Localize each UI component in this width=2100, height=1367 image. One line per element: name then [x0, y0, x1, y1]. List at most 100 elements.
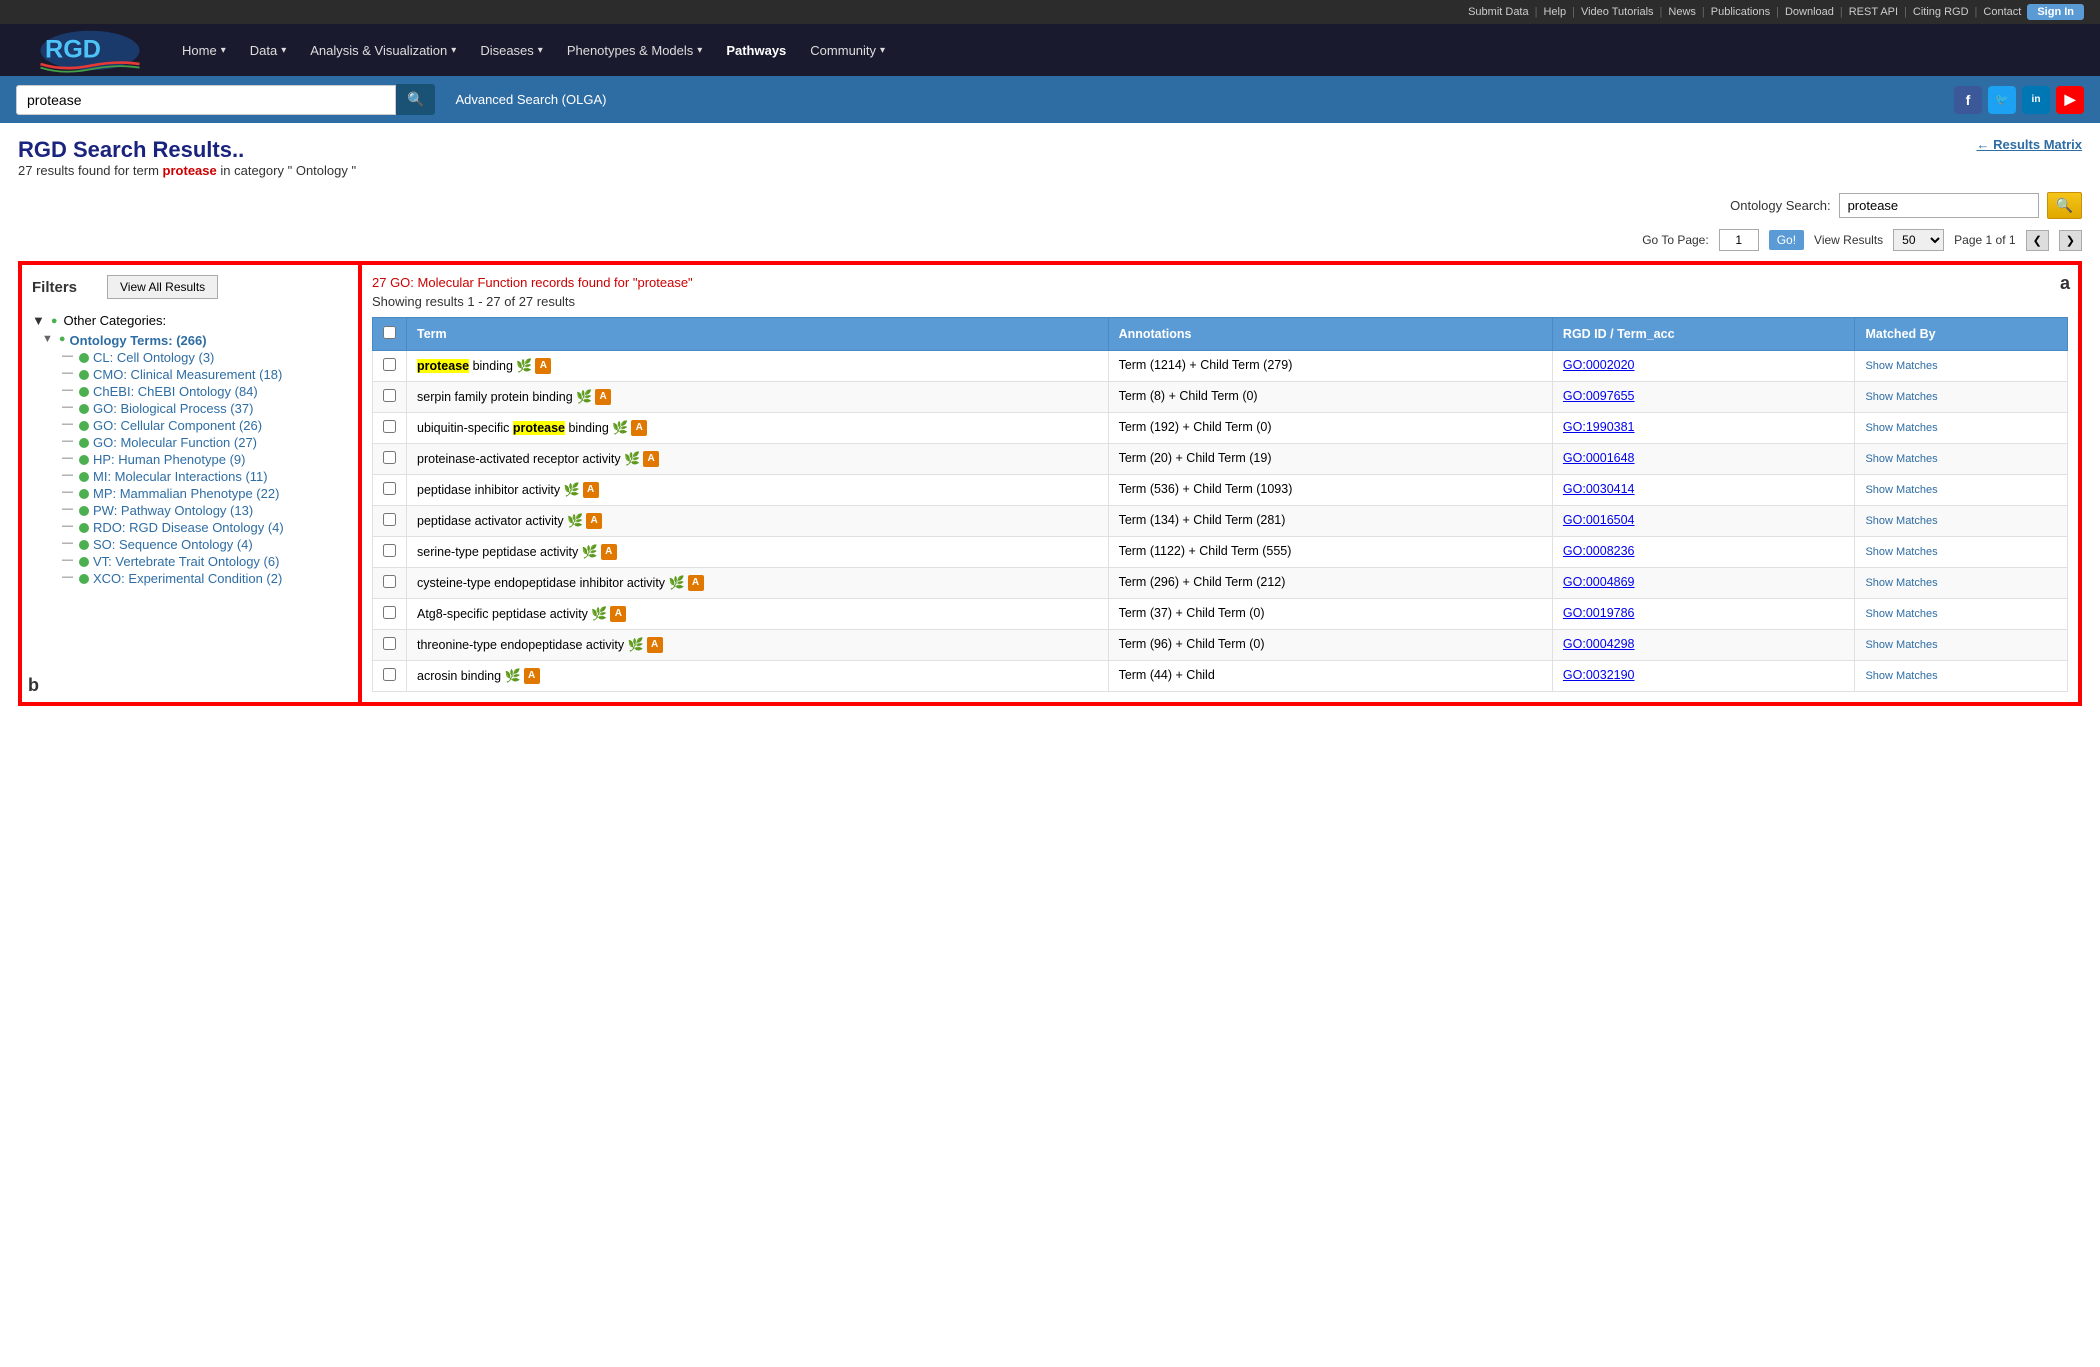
nav-community[interactable]: Community ▾ [798, 37, 897, 64]
collapse-icon[interactable]: ▼ [32, 313, 45, 328]
tree-icon[interactable]: 🌿 [516, 358, 532, 374]
submit-data-link[interactable]: Submit Data [1468, 6, 1529, 18]
filter-gocc-link[interactable]: GO: Cellular Component (26) [93, 418, 262, 433]
view-results-select[interactable]: 50 100 200 [1893, 229, 1944, 251]
rgd-id-link[interactable]: GO:0019786 [1563, 606, 1635, 620]
contact-link[interactable]: Contact [1983, 6, 2021, 18]
annotation-icon[interactable]: A [595, 389, 611, 405]
show-matches-link[interactable]: Show Matches [1865, 670, 1937, 682]
rgd-id-link[interactable]: GO:0001648 [1563, 451, 1635, 465]
row-checkbox[interactable] [383, 389, 396, 402]
news-link[interactable]: News [1668, 6, 1696, 18]
facebook-icon[interactable]: f [1954, 86, 1982, 114]
view-all-results-button[interactable]: View All Results [107, 275, 218, 299]
main-search-button[interactable]: 🔍 [396, 84, 435, 115]
annotation-icon[interactable]: A [586, 513, 602, 529]
show-matches-link[interactable]: Show Matches [1865, 360, 1937, 372]
twitter-icon[interactable]: 🐦 [1988, 86, 2016, 114]
advanced-search-link[interactable]: Advanced Search (OLGA) [455, 92, 606, 107]
tree-icon[interactable]: 🌿 [564, 482, 580, 498]
rgd-logo[interactable]: RGD [30, 28, 150, 73]
citing-rgd-link[interactable]: Citing RGD [1913, 6, 1969, 18]
show-matches-link[interactable]: Show Matches [1865, 577, 1937, 589]
row-checkbox[interactable] [383, 513, 396, 526]
row-checkbox[interactable] [383, 637, 396, 650]
ontology-terms-label[interactable]: Ontology Terms: (266) [70, 333, 207, 348]
rgd-id-link[interactable]: GO:0002020 [1563, 358, 1635, 372]
filter-vt-link[interactable]: VT: Vertebrate Trait Ontology (6) [93, 554, 279, 569]
annotation-icon[interactable]: A [601, 544, 617, 560]
rest-api-link[interactable]: REST API [1849, 6, 1898, 18]
help-link[interactable]: Help [1543, 6, 1566, 18]
nav-pathways[interactable]: Pathways [714, 37, 798, 64]
show-matches-link[interactable]: Show Matches [1865, 422, 1937, 434]
tree-icon[interactable]: 🌿 [567, 513, 583, 529]
tree-icon[interactable]: 🌿 [628, 637, 644, 653]
rgd-id-link[interactable]: GO:0097655 [1563, 389, 1635, 403]
results-matrix-link[interactable]: ← Results Matrix [1977, 137, 2082, 152]
filter-so-link[interactable]: SO: Sequence Ontology (4) [93, 537, 253, 552]
rgd-id-link[interactable]: GO:0016504 [1563, 513, 1635, 527]
filter-rdo-link[interactable]: RDO: RGD Disease Ontology (4) [93, 520, 284, 535]
next-page-button[interactable]: ❯ [2059, 230, 2082, 251]
row-checkbox[interactable] [383, 575, 396, 588]
rgd-id-link[interactable]: GO:0004298 [1563, 637, 1635, 651]
annotation-icon[interactable]: A [688, 575, 704, 591]
ontology-search-button[interactable]: 🔍 [2047, 192, 2082, 219]
nav-data[interactable]: Data ▾ [238, 37, 299, 64]
filter-chebi-link[interactable]: ChEBI: ChEBI Ontology (84) [93, 384, 258, 399]
row-checkbox[interactable] [383, 482, 396, 495]
rgd-id-link[interactable]: GO:0004869 [1563, 575, 1635, 589]
row-checkbox[interactable] [383, 668, 396, 681]
tree-icon[interactable]: 🌿 [624, 451, 640, 467]
download-link[interactable]: Download [1785, 6, 1834, 18]
row-checkbox[interactable] [383, 544, 396, 557]
row-checkbox[interactable] [383, 451, 396, 464]
main-search-input[interactable] [16, 85, 396, 115]
show-matches-link[interactable]: Show Matches [1865, 391, 1937, 403]
nav-diseases[interactable]: Diseases ▾ [468, 37, 555, 64]
show-matches-link[interactable]: Show Matches [1865, 515, 1937, 527]
filter-cmo-link[interactable]: CMO: Clinical Measurement (18) [93, 367, 282, 382]
show-matches-link[interactable]: Show Matches [1865, 546, 1937, 558]
nav-home[interactable]: Home ▾ [170, 37, 238, 64]
row-checkbox[interactable] [383, 606, 396, 619]
sign-in-button[interactable]: Sign In [2027, 4, 2084, 20]
annotation-icon[interactable]: A [610, 606, 626, 622]
filter-gobp-link[interactable]: GO: Biological Process (37) [93, 401, 253, 416]
prev-page-button[interactable]: ❮ [2026, 230, 2049, 251]
go-mol-func-banner[interactable]: 27 GO: Molecular Function records found … [372, 275, 2068, 290]
filter-hp-link[interactable]: HP: Human Phenotype (9) [93, 452, 245, 467]
tree-icon[interactable]: 🌿 [576, 389, 592, 405]
filter-mi-link[interactable]: MI: Molecular Interactions (11) [93, 469, 268, 484]
linkedin-icon[interactable]: in [2022, 86, 2050, 114]
youtube-icon[interactable]: ▶ [2056, 86, 2084, 114]
show-matches-link[interactable]: Show Matches [1865, 484, 1937, 496]
publications-link[interactable]: Publications [1711, 6, 1770, 18]
annotation-icon[interactable]: A [583, 482, 599, 498]
select-all-checkbox[interactable] [383, 326, 396, 339]
tree-icon[interactable]: 🌿 [505, 668, 521, 684]
rgd-id-link[interactable]: GO:0008236 [1563, 544, 1635, 558]
tree-icon[interactable]: 🌿 [591, 606, 607, 622]
go-to-page-input[interactable] [1719, 229, 1759, 251]
show-matches-link[interactable]: Show Matches [1865, 453, 1937, 465]
ontology-search-input[interactable] [1839, 193, 2039, 218]
filter-cl-link[interactable]: CL: Cell Ontology (3) [93, 350, 214, 365]
tree-icon[interactable]: 🌿 [582, 544, 598, 560]
video-tutorials-link[interactable]: Video Tutorials [1581, 6, 1654, 18]
annotation-icon[interactable]: A [535, 358, 551, 374]
filter-pw-link[interactable]: PW: Pathway Ontology (13) [93, 503, 253, 518]
row-checkbox[interactable] [383, 420, 396, 433]
tree-icon[interactable]: 🌿 [612, 420, 628, 436]
tree-icon[interactable]: 🌿 [669, 575, 685, 591]
filter-xco-link[interactable]: XCO: Experimental Condition (2) [93, 571, 282, 586]
annotation-icon[interactable]: A [631, 420, 647, 436]
show-matches-link[interactable]: Show Matches [1865, 608, 1937, 620]
rgd-id-link[interactable]: GO:1990381 [1563, 420, 1635, 434]
row-checkbox[interactable] [383, 358, 396, 371]
annotation-icon[interactable]: A [643, 451, 659, 467]
rgd-id-link[interactable]: GO:0032190 [1563, 668, 1635, 682]
rgd-id-link[interactable]: GO:0030414 [1563, 482, 1635, 496]
annotation-icon[interactable]: A [647, 637, 663, 653]
